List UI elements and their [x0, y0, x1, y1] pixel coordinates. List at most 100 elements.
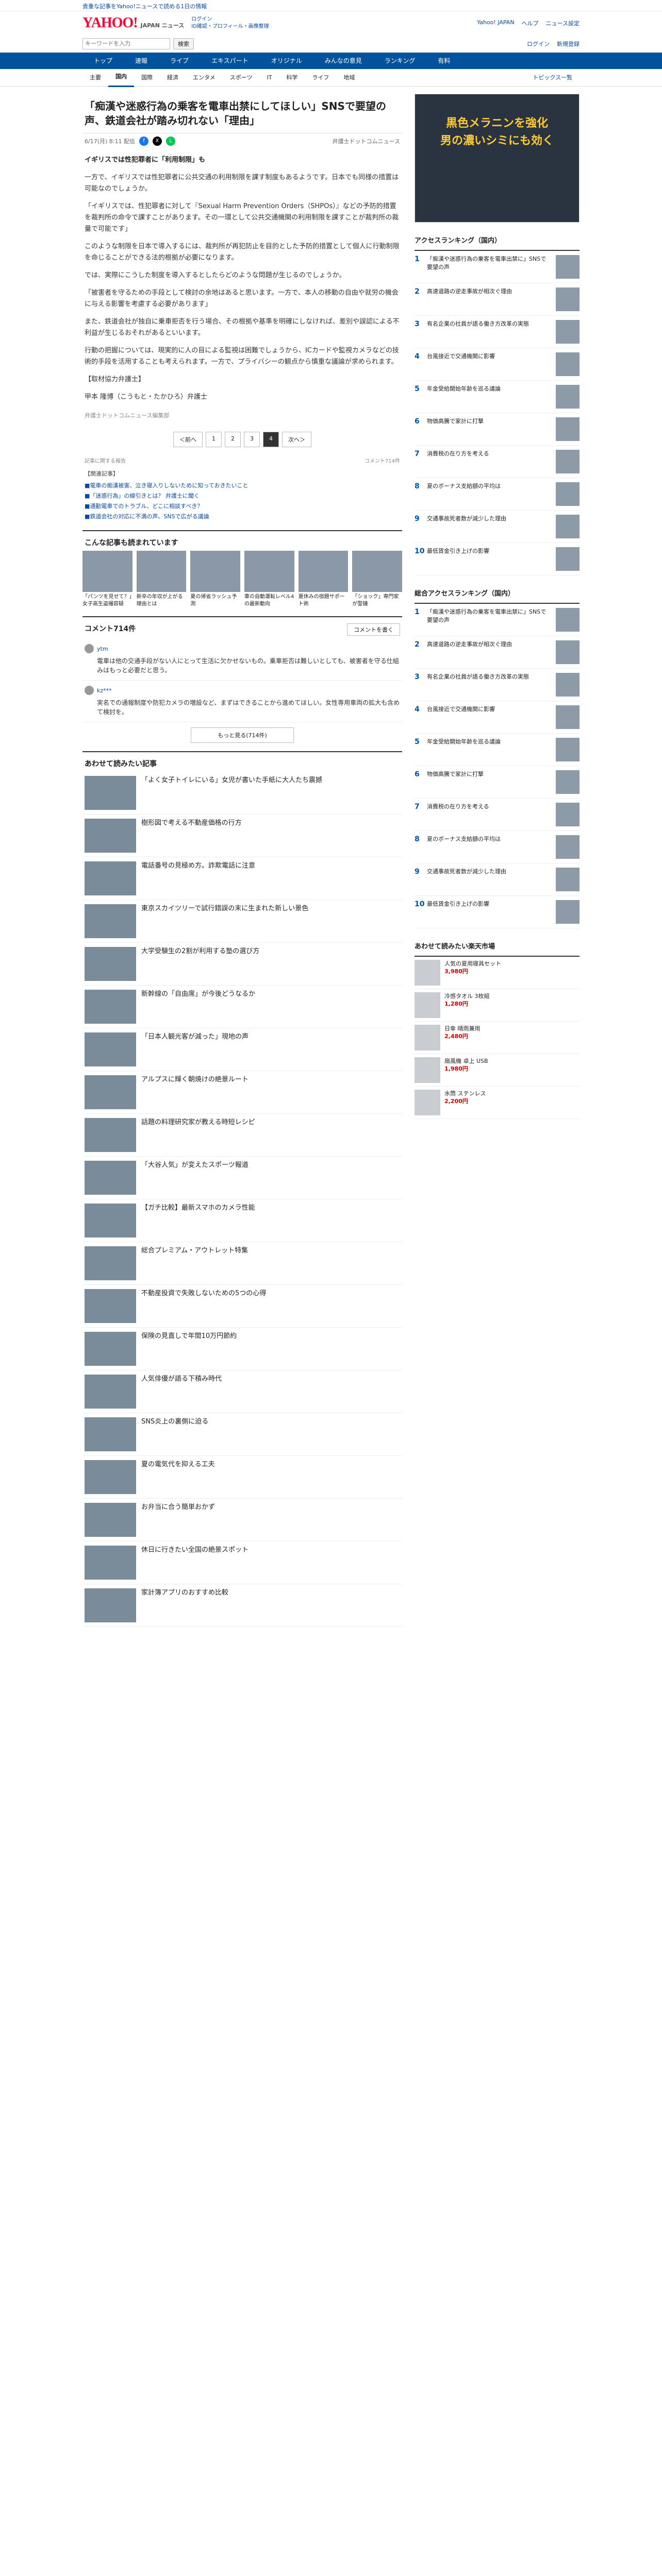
feed-item[interactable]: SNS炎上の裏側に迫る: [82, 1413, 402, 1456]
ranking-item[interactable]: 10 最低賃金引き上げの影響: [415, 896, 580, 928]
feed-item[interactable]: 大学受験生の2割が利用する塾の選び方: [82, 943, 402, 986]
tab-item[interactable]: 国際: [134, 69, 160, 87]
feed-item[interactable]: 保険の見直しで年間10万円節約: [82, 1328, 402, 1370]
ranking-item[interactable]: 1 「痴漢や迷惑行為の乗客を電車出禁に」SNSで要望の声: [415, 251, 580, 283]
article-source[interactable]: 弁護士ドットコムニュース: [333, 137, 400, 145]
shop-item[interactable]: 日傘 晴雨兼用 2,480円: [415, 1022, 580, 1054]
related-link[interactable]: ■「迷惑行為」の線引きとは？ 弁護士に聞く: [82, 491, 402, 501]
also-read-card[interactable]: 新卒の年収が上がる理由とは: [136, 551, 187, 608]
feed-item[interactable]: 不動産投資で失敗しないための5つの心得: [82, 1285, 402, 1328]
ranking-item[interactable]: 6 物価高騰で家計に打撃: [415, 413, 580, 446]
tab-item[interactable]: スポーツ: [223, 69, 260, 87]
feed-item[interactable]: アルプスに輝く朝焼けの絶景ルート: [82, 1071, 402, 1114]
nav-item[interactable]: オリジナル: [260, 53, 313, 69]
promo-bar[interactable]: 貴重な記事をYahoo!ニュースで読める1日の情報: [0, 0, 662, 11]
line-icon[interactable]: L: [166, 137, 175, 146]
also-read-card[interactable]: 「パンツを見せて？」女子高生盗撮容疑: [82, 551, 133, 608]
ranking-item[interactable]: 8 夏のボーナス支給額の平均は: [415, 478, 580, 511]
feed-item[interactable]: 「大谷人気」が変えたスポーツ報道: [82, 1157, 402, 1199]
header-link[interactable]: Yahoo! JAPAN: [477, 19, 515, 27]
ranking-item[interactable]: 9 交通事故死者数が減少した理由: [415, 511, 580, 543]
ranking-item[interactable]: 8 夏のボーナス支給額の平均は: [415, 831, 580, 863]
search-button[interactable]: 検索: [173, 38, 194, 49]
page-button-current[interactable]: 4: [263, 432, 279, 447]
shop-item[interactable]: 水筒 ステンレス 2,200円: [415, 1087, 580, 1119]
feed-item[interactable]: 新幹線の「自由席」が今後どうなるか: [82, 986, 402, 1028]
next-page-button[interactable]: 次へ＞: [282, 432, 311, 447]
feed-item[interactable]: 総合プレミアム・アウトレット特集: [82, 1242, 402, 1285]
feed-item[interactable]: 東京スカイツリーで試行錯誤の末に生まれた新しい景色: [82, 900, 402, 943]
related-link[interactable]: ■通勤電車でのトラブル、どこに相談すべき？: [82, 501, 402, 512]
header-link[interactable]: ニュース設定: [546, 19, 580, 27]
sidebar-ad[interactable]: 黒色メラニンを強化 男の濃いシミにも効く: [415, 94, 580, 223]
site-logo[interactable]: YAHOO! JAPAN ニュース: [82, 15, 184, 31]
comment-user[interactable]: ytm: [97, 646, 108, 652]
shop-item[interactable]: 人気の夏用寝具セット 3,980円: [415, 957, 580, 989]
also-read-card[interactable]: 車の自動運転レベル4の最新動向: [244, 551, 294, 608]
feed-item[interactable]: 樹形図で考える不動産価格の行方: [82, 815, 402, 857]
ranking-item[interactable]: 5 年金受給開始年齢を巡る議論: [415, 734, 580, 766]
feed-item[interactable]: 「よく女子トイレにいる」女児が書いた手紙に大人たち震撼: [82, 772, 402, 815]
ranking-item[interactable]: 3 有名企業の社員が語る働き方改革の実態: [415, 316, 580, 348]
also-read-card[interactable]: 夏の帰省ラッシュ予測: [190, 551, 241, 608]
tab-item[interactable]: 地域: [336, 69, 362, 87]
feed-item[interactable]: 休日に行きたい全国の絶景スポット: [82, 1541, 402, 1584]
page-button[interactable]: 1: [206, 432, 222, 447]
ranking-item[interactable]: 2 高速道路の逆走事故が相次ぐ理由: [415, 283, 580, 316]
comment-count-link[interactable]: コメント714件: [365, 456, 400, 464]
also-read-card[interactable]: 「ショック」専門家が警鐘: [352, 551, 403, 608]
feed-item[interactable]: お弁当に合う簡単おかず: [82, 1499, 402, 1541]
ranking-item[interactable]: 4 台風接近で交通機関に影響: [415, 348, 580, 381]
ranking-item[interactable]: 7 消費税の在り方を考える: [415, 799, 580, 831]
ranking-item[interactable]: 5 年金受給開始年齢を巡る議論: [415, 381, 580, 413]
page-button[interactable]: 2: [225, 432, 241, 447]
feed-item[interactable]: 【ガチ比較】最新スマホのカメラ性能: [82, 1199, 402, 1242]
nav-item[interactable]: ランキング: [373, 53, 427, 69]
nav-item[interactable]: みんなの意見: [313, 53, 373, 69]
nav-item[interactable]: エキスパート: [200, 53, 260, 69]
feed-item[interactable]: 人気俳優が語る下積み時代: [82, 1370, 402, 1413]
write-comment-button[interactable]: コメントを書く: [347, 623, 400, 636]
ranking-item[interactable]: 6 物価高騰で家計に打撃: [415, 766, 580, 799]
also-read-card[interactable]: 夏休みの宿題サポート術: [298, 551, 349, 608]
header-login-links[interactable]: ログイン ID確認・プロフィール・画像整理: [191, 16, 269, 30]
search-input[interactable]: [82, 38, 170, 49]
more-comments-button[interactable]: もっと見る(714件): [191, 727, 294, 743]
x-icon[interactable]: X: [152, 137, 162, 146]
tab-item[interactable]: ライフ: [305, 69, 336, 87]
nav-item[interactable]: 有料: [426, 53, 461, 69]
feed-item[interactable]: 家計簿アプリのおすすめ比較: [82, 1584, 402, 1627]
related-link[interactable]: ■電車の痴漢被害、泣き寝入りしないために知っておきたいこと: [82, 481, 402, 491]
tab-item[interactable]: 国内: [108, 68, 134, 87]
register-link[interactable]: 新規登録: [557, 40, 580, 48]
page-button[interactable]: 3: [244, 432, 260, 447]
tab-item[interactable]: エンタメ: [186, 69, 223, 87]
ranking-item[interactable]: 2 高速道路の逆走事故が相次ぐ理由: [415, 636, 580, 669]
ranking-item[interactable]: 7 消費税の在り方を考える: [415, 446, 580, 478]
prev-page-button[interactable]: ＜前へ: [173, 432, 203, 447]
topics-link[interactable]: トピックス一覧: [525, 69, 580, 87]
facebook-icon[interactable]: f: [139, 137, 148, 146]
related-link[interactable]: ■鉄道会社の対応に不満の声、SNSで広がる議論: [82, 512, 402, 522]
login-link[interactable]: ログイン: [527, 40, 550, 48]
comment-user[interactable]: kz***: [97, 687, 112, 694]
ranking-item[interactable]: 1 「痴漢や迷惑行為の乗客を電車出禁に」SNSで要望の声: [415, 604, 580, 636]
ranking-item[interactable]: 10 最低賃金引き上げの影響: [415, 543, 580, 575]
tab-item[interactable]: IT: [259, 69, 279, 87]
shop-item[interactable]: 扇風機 卓上 USB 1,980円: [415, 1054, 580, 1087]
nav-item[interactable]: ライブ: [159, 53, 200, 69]
tab-item[interactable]: 経済: [160, 69, 186, 87]
report-link[interactable]: 記事に関する報告: [85, 456, 126, 464]
feed-item[interactable]: 話題の料理研究家が教える時短レシピ: [82, 1114, 402, 1157]
nav-item[interactable]: 速報: [124, 53, 159, 69]
ranking-item[interactable]: 4 台風接近で交通機関に影響: [415, 701, 580, 734]
feed-item[interactable]: 「日本人観光客が減った」現地の声: [82, 1028, 402, 1071]
nav-item[interactable]: トップ: [82, 53, 124, 69]
tab-item[interactable]: 科学: [279, 69, 305, 87]
shop-item[interactable]: 冷感タオル 3枚組 1,280円: [415, 989, 580, 1022]
feed-item[interactable]: 夏の電気代を抑える工夫: [82, 1456, 402, 1499]
ranking-item[interactable]: 3 有名企業の社員が語る働き方改革の実態: [415, 669, 580, 701]
tab-item[interactable]: 主要: [82, 69, 108, 87]
feed-item[interactable]: 電話番号の見極め方。詐欺電話に注意: [82, 857, 402, 900]
ranking-item[interactable]: 9 交通事故死者数が減少した理由: [415, 863, 580, 896]
